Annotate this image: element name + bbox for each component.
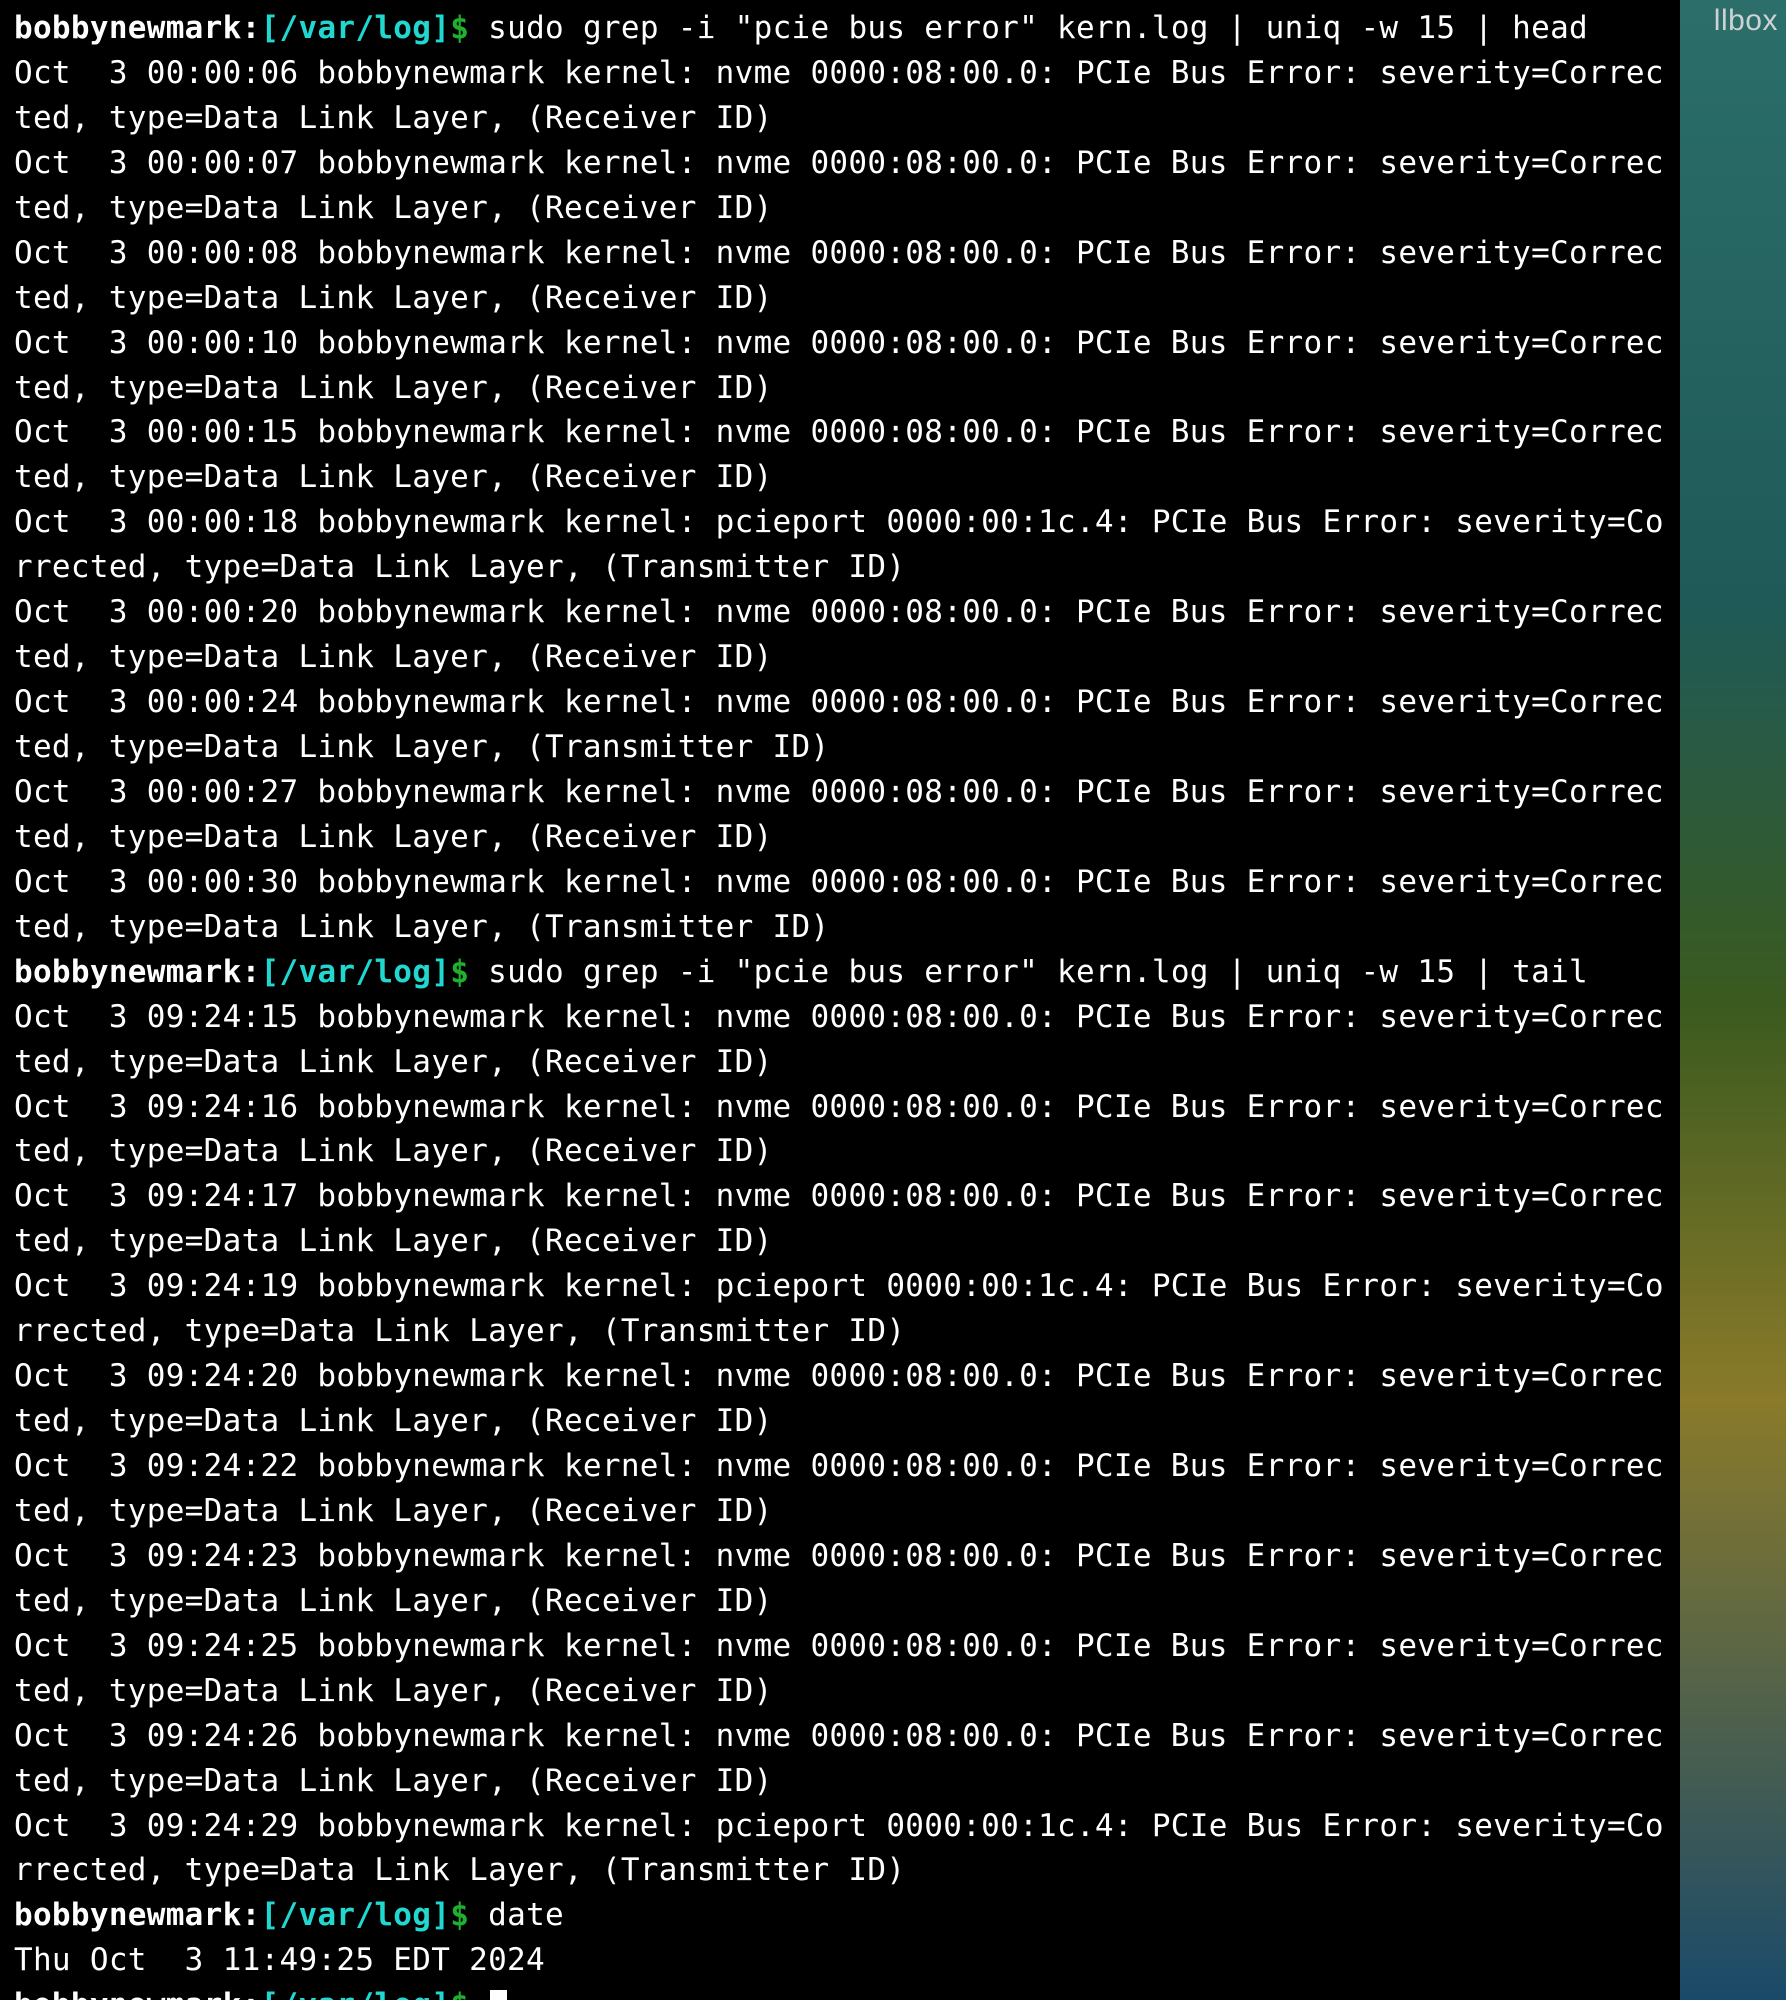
prompt-bracket-close: ] xyxy=(431,954,450,990)
active-prompt[interactable]: bobbynewmark:[/var/log]$ xyxy=(14,1983,1666,2000)
output-line-tail-6: Oct 3 09:24:23 bobbynewmark kernel: nvme… xyxy=(14,1534,1666,1624)
output-line-head-2: Oct 3 00:00:08 bobbynewmark kernel: nvme… xyxy=(14,231,1666,321)
prompt-dollar: $ xyxy=(450,10,469,46)
prompt-bracket-open: [ xyxy=(261,954,280,990)
prompt-separator: : xyxy=(242,10,261,46)
output-line-tail-1: Oct 3 09:24:16 bobbynewmark kernel: nvme… xyxy=(14,1085,1666,1175)
prompt-user: bobbynewmark xyxy=(14,1897,242,1933)
command-line-tail: bobbynewmark:[/var/log]$ sudo grep -i "p… xyxy=(14,950,1666,995)
prompt-path: /var/log xyxy=(280,1897,432,1933)
output-line-head-7: Oct 3 00:00:24 bobbynewmark kernel: nvme… xyxy=(14,680,1666,770)
prompt-dollar: $ xyxy=(450,1897,469,1933)
prompt-path: /var/log xyxy=(280,954,432,990)
output-line-head-8: Oct 3 00:00:27 bobbynewmark kernel: nvme… xyxy=(14,770,1666,860)
prompt-separator: : xyxy=(242,1987,261,2000)
output-line-head-1: Oct 3 00:00:07 bobbynewmark kernel: nvme… xyxy=(14,141,1666,231)
output-line-tail-7: Oct 3 09:24:25 bobbynewmark kernel: nvme… xyxy=(14,1624,1666,1714)
command-line-head: bobbynewmark:[/var/log]$ sudo grep -i "p… xyxy=(14,6,1666,51)
output-line-tail-3: Oct 3 09:24:19 bobbynewmark kernel: pcie… xyxy=(14,1264,1666,1354)
command-text-head: sudo grep -i "pcie bus error" kern.log |… xyxy=(469,10,1588,46)
command-text-date: date xyxy=(469,1897,564,1933)
output-line-head-5: Oct 3 00:00:18 bobbynewmark kernel: pcie… xyxy=(14,500,1666,590)
output-line-date-0: Thu Oct 3 11:49:25 EDT 2024 xyxy=(14,1938,1666,1983)
desktop: llbox bobbynewmark:[/var/log]$ sudo grep… xyxy=(0,0,1786,2000)
prompt-path: /var/log xyxy=(280,10,432,46)
command-line-date: bobbynewmark:[/var/log]$ date xyxy=(14,1893,1666,1938)
output-line-tail-0: Oct 3 09:24:15 bobbynewmark kernel: nvme… xyxy=(14,995,1666,1085)
command-text-tail: sudo grep -i "pcie bus error" kern.log |… xyxy=(469,954,1588,990)
output-line-tail-5: Oct 3 09:24:22 bobbynewmark kernel: nvme… xyxy=(14,1444,1666,1534)
terminal-window[interactable]: bobbynewmark:[/var/log]$ sudo grep -i "p… xyxy=(0,0,1680,2000)
prompt-bracket-open: [ xyxy=(261,1897,280,1933)
prompt-bracket-close: ] xyxy=(431,1897,450,1933)
prompt-dollar: $ xyxy=(450,1987,469,2000)
prompt-user: bobbynewmark xyxy=(14,10,242,46)
prompt-user: bobbynewmark xyxy=(14,1987,242,2000)
output-line-head-0: Oct 3 00:00:06 bobbynewmark kernel: nvme… xyxy=(14,51,1666,141)
output-line-head-4: Oct 3 00:00:15 bobbynewmark kernel: nvme… xyxy=(14,410,1666,500)
output-line-head-3: Oct 3 00:00:10 bobbynewmark kernel: nvme… xyxy=(14,321,1666,411)
prompt-bracket-close: ] xyxy=(431,10,450,46)
cursor xyxy=(490,1990,507,2000)
prompt-bracket-open: [ xyxy=(261,10,280,46)
output-line-tail-2: Oct 3 09:24:17 bobbynewmark kernel: nvme… xyxy=(14,1174,1666,1264)
prompt-path: /var/log xyxy=(280,1987,432,2000)
output-line-tail-9: Oct 3 09:24:29 bobbynewmark kernel: pcie… xyxy=(14,1804,1666,1894)
prompt-bracket-close: ] xyxy=(431,1987,450,2000)
output-line-tail-8: Oct 3 09:24:26 bobbynewmark kernel: nvme… xyxy=(14,1714,1666,1804)
output-line-tail-4: Oct 3 09:24:20 bobbynewmark kernel: nvme… xyxy=(14,1354,1666,1444)
output-line-head-9: Oct 3 00:00:30 bobbynewmark kernel: nvme… xyxy=(14,860,1666,950)
prompt-dollar: $ xyxy=(450,954,469,990)
prompt-user: bobbynewmark xyxy=(14,954,242,990)
background-window-label: llbox xyxy=(1714,4,1778,38)
prompt-bracket-open: [ xyxy=(261,1987,280,2000)
prompt-separator: : xyxy=(242,1897,261,1933)
prompt-separator: : xyxy=(242,954,261,990)
output-line-head-6: Oct 3 00:00:20 bobbynewmark kernel: nvme… xyxy=(14,590,1666,680)
